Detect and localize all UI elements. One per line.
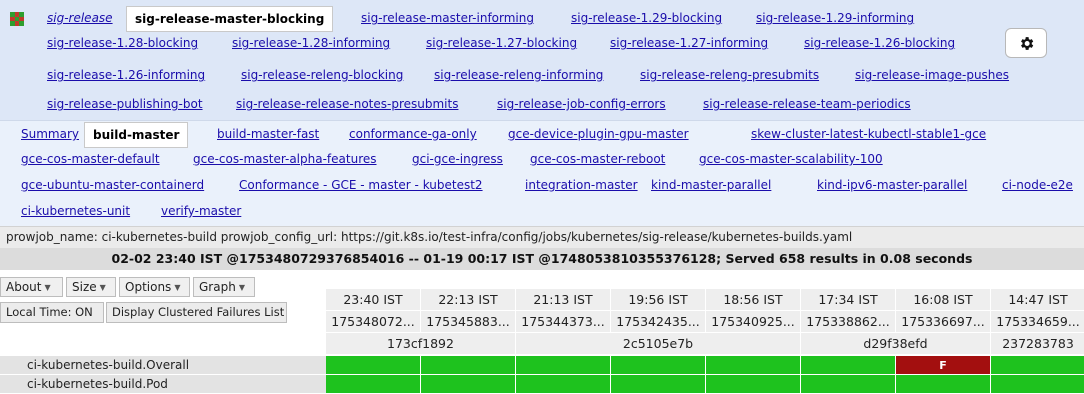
- tab-conformance-ga-only[interactable]: conformance-ga-only: [349, 127, 477, 141]
- result-cell-pass[interactable]: [326, 356, 421, 375]
- tab-sig-release-1-27-informing[interactable]: sig-release-1.27-informing: [610, 36, 768, 50]
- tab-kind-ipv6-master-parallel[interactable]: kind-ipv6-master-parallel: [817, 178, 967, 192]
- column-build-id[interactable]: 175336697...: [896, 311, 991, 333]
- tab-summary[interactable]: Summary: [21, 127, 79, 141]
- status-line: 02-02 23:40 IST @1753480729376854016 -- …: [0, 248, 1084, 270]
- settings-button[interactable]: [1005, 28, 1047, 58]
- about-dropdown[interactable]: About ▼: [0, 277, 63, 297]
- column-build-id[interactable]: 175344373...: [516, 311, 611, 333]
- column-time: 23:40 IST: [326, 289, 421, 311]
- tab-sig-release-1-29-blocking[interactable]: sig-release-1.29-blocking: [571, 11, 722, 25]
- column-commit[interactable]: d29f38efd: [801, 333, 991, 355]
- tab-sig-release-release-team-periodics[interactable]: sig-release-release-team-periodics: [703, 97, 911, 111]
- tab-sig-release-1-26-blocking[interactable]: sig-release-1.26-blocking: [804, 36, 955, 50]
- result-cell-pass[interactable]: [421, 375, 516, 394]
- caret-down-icon: ▼: [99, 283, 106, 292]
- tab-verify-master[interactable]: verify-master: [161, 204, 241, 218]
- result-cell-pass[interactable]: [516, 356, 611, 375]
- tab-gce-cos-master-alpha-features[interactable]: gce-cos-master-alpha-features: [193, 152, 377, 166]
- dashboard-tabs: Summary build-master build-master-fast conf…: [0, 120, 1084, 226]
- result-cell-pass[interactable]: [611, 375, 706, 394]
- column-commit[interactable]: 237283783: [991, 333, 1084, 355]
- job-config-line: prowjob_name: ci-kubernetes-build prowjo…: [0, 226, 1084, 248]
- tab-ci-kubernetes-unit[interactable]: ci-kubernetes-unit: [21, 204, 130, 218]
- result-cell-pass[interactable]: [801, 375, 896, 394]
- gear-icon: [1021, 37, 1034, 50]
- graph-dropdown[interactable]: Graph ▼: [193, 277, 255, 297]
- tab-sig-release-master-informing[interactable]: sig-release-master-informing: [361, 11, 534, 25]
- tab-sig-release-releng-presubmits[interactable]: sig-release-releng-presubmits: [640, 68, 819, 82]
- dashboard-group-tabs: sig-release sig-release-master-blocking si…: [0, 0, 1084, 120]
- tab-gce-cos-master-scalability-100[interactable]: gce-cos-master-scalability-100: [699, 152, 883, 166]
- test-row-name[interactable]: ci-kubernetes-build.Overall: [0, 356, 326, 375]
- result-cell-pass[interactable]: [611, 356, 706, 375]
- column-commit[interactable]: 173cf1892: [326, 333, 516, 355]
- column-time: 18:56 IST: [706, 289, 801, 311]
- result-cell-pass[interactable]: [326, 375, 421, 394]
- column-commit[interactable]: 2c5105e7b: [516, 333, 801, 355]
- tab-sig-release-1-29-informing[interactable]: sig-release-1.29-informing: [756, 11, 914, 25]
- tab-sig-release-release-notes-presubmits[interactable]: sig-release-release-notes-presubmits: [236, 97, 458, 111]
- result-cell-fail[interactable]: F: [896, 356, 991, 375]
- result-cell-pass[interactable]: [991, 375, 1084, 394]
- tab-gce-ubuntu-master-containerd[interactable]: gce-ubuntu-master-containerd: [21, 178, 204, 192]
- column-build-id[interactable]: 175338862...: [801, 311, 896, 333]
- tab-build-master-fast[interactable]: build-master-fast: [217, 127, 319, 141]
- clustered-failures-button[interactable]: Display Clustered Failures List: [106, 302, 287, 323]
- tab-sig-release-releng-blocking[interactable]: sig-release-releng-blocking: [241, 68, 403, 82]
- tab-sig-release-job-config-errors[interactable]: sig-release-job-config-errors: [497, 97, 666, 111]
- local-time-toggle[interactable]: Local Time: ON: [0, 302, 104, 323]
- tab-conformance-gce-master-kubetest2[interactable]: Conformance - GCE - master - kubetest2: [239, 178, 483, 192]
- tab-sig-release-master-blocking[interactable]: sig-release-master-blocking: [126, 6, 334, 32]
- column-time: 21:13 IST: [516, 289, 611, 311]
- column-build-id[interactable]: 175342435...: [611, 311, 706, 333]
- result-cell-pass[interactable]: [516, 375, 611, 394]
- job-config-text: prowjob_name: ci-kubernetes-build prowjo…: [6, 230, 853, 244]
- column-build-id[interactable]: 175334659...: [991, 311, 1084, 333]
- test-row-name[interactable]: ci-kubernetes-build.Pod: [0, 375, 326, 394]
- tab-integration-master[interactable]: integration-master: [525, 178, 638, 192]
- tab-kind-master-parallel[interactable]: kind-master-parallel: [651, 178, 771, 192]
- tab-ci-node-e2e[interactable]: ci-node-e2e: [1002, 178, 1073, 192]
- column-time: 22:13 IST: [421, 289, 516, 311]
- testgrid-logo-icon: [10, 12, 24, 26]
- column-build-id[interactable]: 175348072...: [326, 311, 421, 333]
- result-cell-pass[interactable]: [896, 375, 991, 394]
- caret-down-icon: ▼: [44, 283, 51, 292]
- tab-gce-cos-master-default[interactable]: gce-cos-master-default: [21, 152, 160, 166]
- caret-down-icon: ▼: [238, 283, 245, 292]
- tab-sig-release[interactable]: sig-release: [47, 11, 113, 25]
- status-text: 02-02 23:40 IST @1753480729376854016 -- …: [111, 251, 973, 266]
- column-build-id[interactable]: 175340925...: [706, 311, 801, 333]
- size-dropdown[interactable]: Size ▼: [66, 277, 116, 297]
- caret-down-icon: ▼: [174, 283, 181, 292]
- tab-sig-release-image-pushes[interactable]: sig-release-image-pushes: [855, 68, 1009, 82]
- column-build-id[interactable]: 175345883...: [421, 311, 516, 333]
- column-time: 19:56 IST: [611, 289, 706, 311]
- result-cell-pass[interactable]: [991, 356, 1084, 375]
- tab-gce-cos-master-reboot[interactable]: gce-cos-master-reboot: [530, 152, 665, 166]
- tab-sig-release-publishing-bot[interactable]: sig-release-publishing-bot: [47, 97, 203, 111]
- tab-sig-release-1-26-informing[interactable]: sig-release-1.26-informing: [47, 68, 205, 82]
- tab-build-master[interactable]: build-master: [84, 122, 189, 148]
- result-cell-pass[interactable]: [706, 356, 801, 375]
- tab-sig-release-1-28-informing[interactable]: sig-release-1.28-informing: [232, 36, 390, 50]
- column-time: 14:47 IST: [991, 289, 1084, 311]
- result-cell-pass[interactable]: [801, 356, 896, 375]
- tab-gce-device-plugin-gpu-master[interactable]: gce-device-plugin-gpu-master: [508, 127, 689, 141]
- column-time: 17:34 IST: [801, 289, 896, 311]
- options-dropdown[interactable]: Options ▼: [119, 277, 190, 297]
- column-time: 16:08 IST: [896, 289, 991, 311]
- tab-gci-gce-ingress[interactable]: gci-gce-ingress: [412, 152, 503, 166]
- tab-sig-release-1-27-blocking[interactable]: sig-release-1.27-blocking: [426, 36, 577, 50]
- tab-skew-cluster-latest-kubectl-stable1-gce[interactable]: skew-cluster-latest-kubectl-stable1-gce: [751, 127, 986, 141]
- result-cell-pass[interactable]: [706, 375, 801, 394]
- tab-sig-release-releng-informing[interactable]: sig-release-releng-informing: [434, 68, 603, 82]
- result-cell-pass[interactable]: [421, 356, 516, 375]
- tab-sig-release-1-28-blocking[interactable]: sig-release-1.28-blocking: [47, 36, 198, 50]
